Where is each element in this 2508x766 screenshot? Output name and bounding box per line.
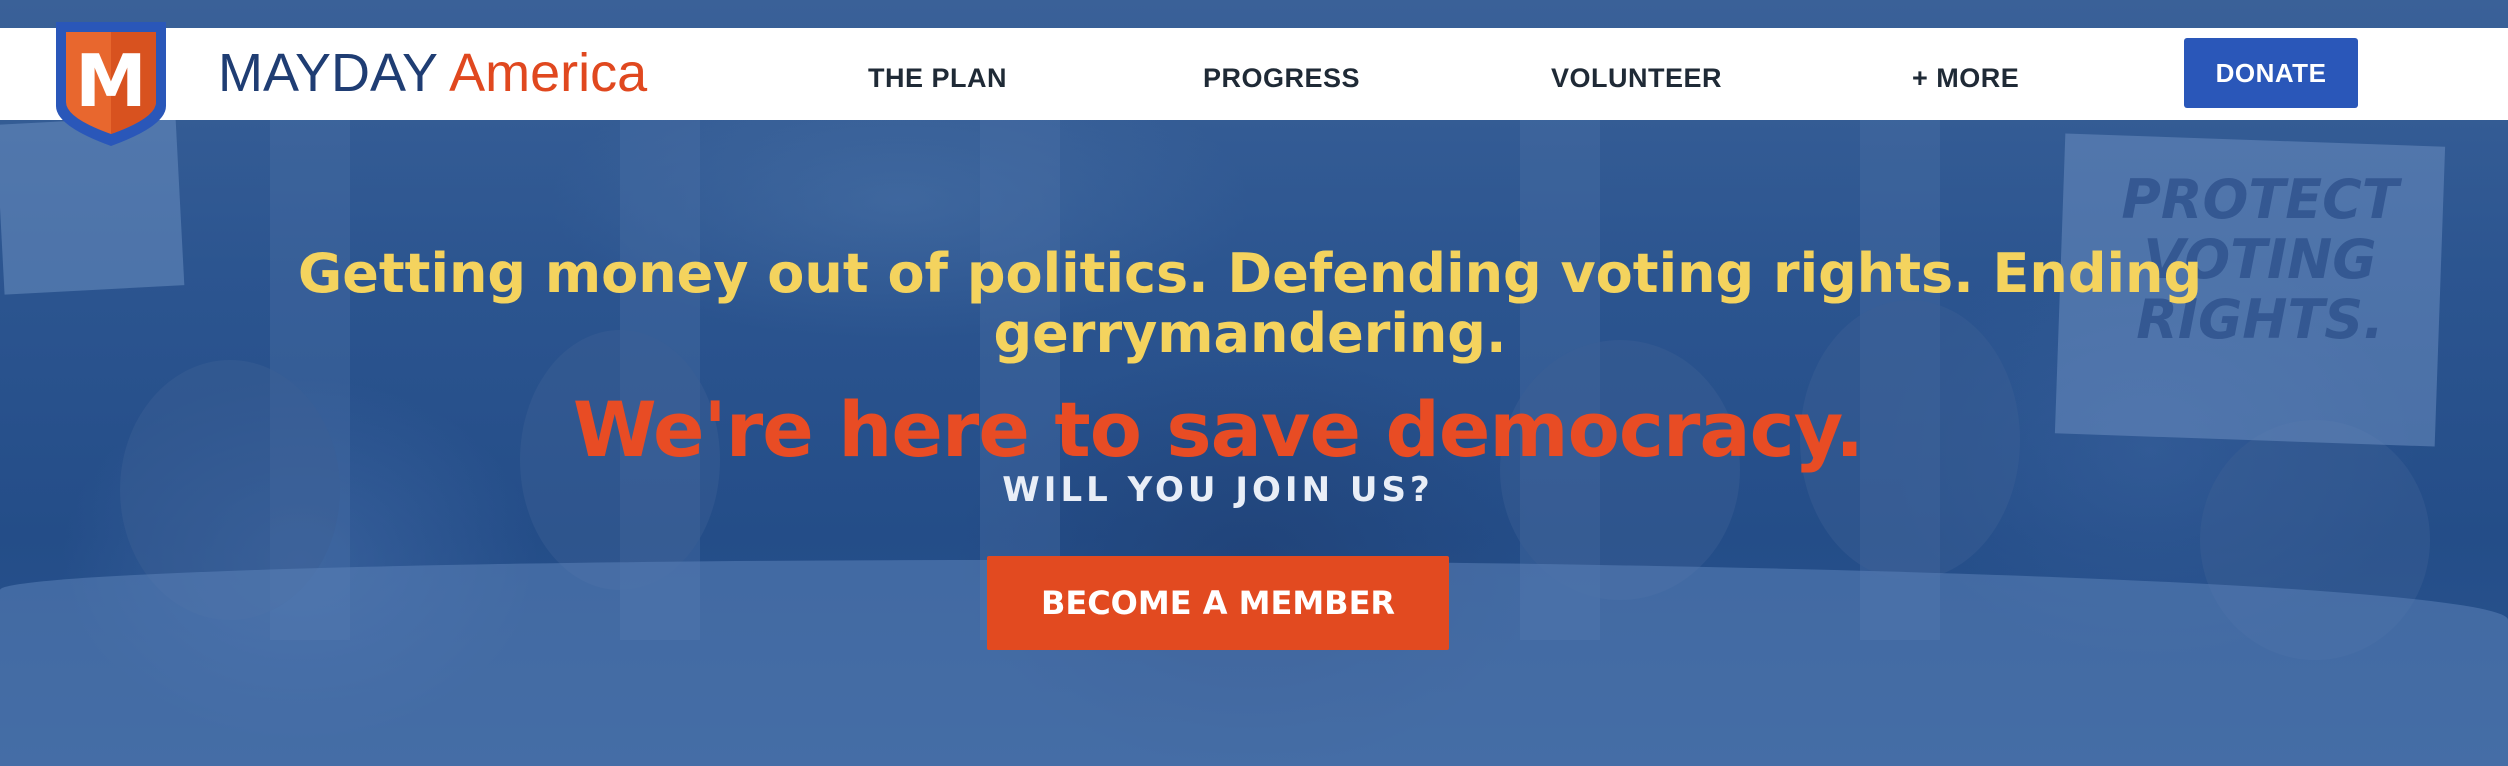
become-member-button[interactable]: BECOME A MEMBER — [987, 556, 1449, 650]
mayday-logo-icon[interactable]: M — [48, 14, 174, 150]
hero-headline: Getting money out of politics. Defending… — [297, 242, 2203, 365]
donate-button[interactable]: DONATE — [2184, 38, 2358, 108]
brand-name[interactable]: MAYDAY America — [218, 42, 647, 104]
brand-name-part2: America — [449, 43, 648, 103]
hero-subhead: WILL YOU JOIN US? — [1002, 470, 1434, 510]
nav-item-volunteer[interactable]: VOLUNTEER — [1551, 58, 1722, 98]
hero-tagline: We're here to save democracy. — [572, 385, 1864, 474]
nav-item-more[interactable]: + MORE — [1912, 58, 2019, 98]
nav-item-the-plan[interactable]: THE PLAN — [868, 58, 1007, 98]
brand-name-part1: MAYDAY — [218, 43, 438, 103]
logo-letter: M — [75, 39, 147, 123]
nav-item-progress[interactable]: PROGRESS — [1203, 58, 1360, 98]
